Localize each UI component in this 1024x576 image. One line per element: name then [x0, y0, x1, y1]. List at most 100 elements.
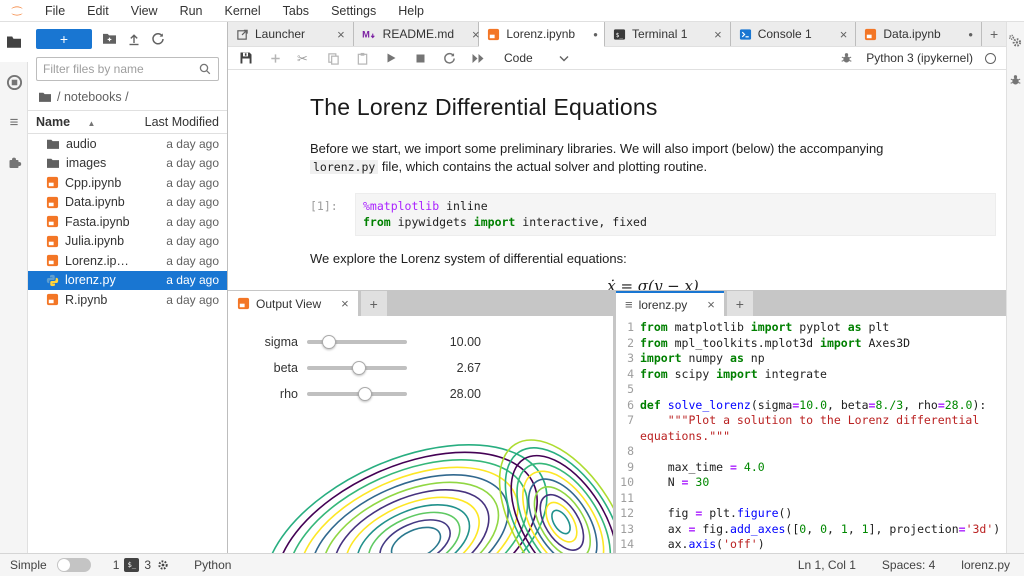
menu-run[interactable]: Run [169, 0, 214, 22]
save-button[interactable] [238, 50, 254, 66]
cursor-position[interactable]: Ln 1, Col 1 [798, 558, 856, 572]
running-sessions-icon[interactable] [0, 62, 28, 102]
stop-icon [415, 53, 426, 64]
stop-button[interactable] [412, 50, 428, 66]
bug-icon[interactable] [838, 50, 854, 66]
file-name: Data.ipynb [65, 195, 160, 209]
cell-input-area[interactable]: %matplotlib inlinefrom ipywidgets import… [355, 193, 996, 236]
column-last-modified[interactable]: Last Modified [145, 115, 219, 129]
tab-data-ipynb[interactable]: Data.ipynb● [856, 22, 982, 46]
editor-body-wrap[interactable]: 1from matplotlib import pyplot as plt2fr… [616, 316, 1006, 553]
filter-files-input[interactable] [43, 62, 198, 76]
menu-edit[interactable]: Edit [76, 0, 120, 22]
line-number: 9 [616, 460, 640, 476]
slider-label: beta [228, 361, 298, 375]
restart-button[interactable] [441, 50, 457, 66]
notebook-icon [46, 196, 59, 209]
code-line: 10 N = 30 [616, 475, 1006, 491]
inline-code: lorenz.py [310, 160, 378, 174]
language-indicator[interactable]: Python [194, 558, 231, 572]
chevron-down-icon [559, 55, 569, 62]
file-row-images[interactable]: imagesa day ago [28, 154, 227, 174]
slider-handle[interactable] [358, 387, 372, 401]
add-view-button[interactable]: + [727, 291, 753, 316]
breadcrumb[interactable]: / notebooks / [28, 87, 227, 110]
file-row-r-ipynb[interactable]: R.ipynba day ago [28, 290, 227, 310]
column-name[interactable]: Name ▲ [36, 115, 145, 129]
menu-view[interactable]: View [120, 0, 169, 22]
close-icon[interactable]: × [707, 297, 715, 312]
tab-output-view[interactable]: Output View × [228, 291, 358, 316]
file-row-audio[interactable]: audioa day ago [28, 134, 227, 154]
file-row-lorenz-ip-[interactable]: Lorenz.ip…a day ago [28, 251, 227, 271]
new-tab-button[interactable]: + [982, 22, 1006, 46]
tab-terminal-1[interactable]: $_Terminal 1× [605, 22, 731, 46]
code-cell[interactable]: [1]: %matplotlib inlinefrom ipywidgets i… [310, 193, 996, 236]
slider-track[interactable] [307, 392, 407, 396]
new-folder-icon[interactable] [102, 32, 117, 45]
simple-mode-toggle[interactable] [57, 558, 91, 572]
notebook-icon [46, 176, 59, 189]
slider-handle[interactable] [322, 335, 336, 349]
run-button[interactable] [383, 50, 399, 66]
slider-track[interactable] [307, 340, 407, 344]
output-view-panel: Output View × + sigma10.00beta2.67rho28.… [228, 290, 613, 553]
slider-rho: rho28.00 [228, 381, 613, 407]
file-row-lorenz-py[interactable]: lorenz.pya day ago [28, 271, 227, 291]
menu-settings[interactable]: Settings [320, 0, 387, 22]
tab-lorenz-py[interactable]: ≡ lorenz.py × [616, 291, 724, 316]
tab-lorenz-ipynb[interactable]: Lorenz.ipynb● [479, 22, 605, 47]
close-icon[interactable]: × [341, 296, 349, 311]
indent-spaces[interactable]: Spaces: 4 [882, 558, 935, 572]
file-row-fasta-ipynb[interactable]: Fasta.ipynba day ago [28, 212, 227, 232]
menu-kernel[interactable]: Kernel [214, 0, 272, 22]
paste-button[interactable] [354, 50, 370, 66]
debugger-icon[interactable] [1009, 73, 1022, 87]
slider-label: sigma [228, 335, 298, 349]
sort-ascending-icon: ▲ [88, 119, 96, 128]
table-of-contents-icon[interactable]: ≡ [0, 102, 28, 142]
insert-button[interactable] [267, 50, 283, 66]
file-browser-icon[interactable] [0, 22, 28, 62]
file-row-cpp-ipynb[interactable]: Cpp.ipynba day ago [28, 173, 227, 193]
menu-file[interactable]: File [34, 0, 76, 22]
cell-type-dropdown[interactable]: Code [504, 51, 569, 65]
line-number: 1 [616, 320, 640, 336]
upload-icon[interactable] [127, 32, 141, 46]
new-launcher-button[interactable]: + [36, 29, 92, 49]
running-sessions-status[interactable]: 1 $_ 3 [113, 558, 170, 572]
tab-console-1[interactable]: Console 1× [731, 22, 857, 46]
close-icon[interactable]: × [840, 27, 848, 42]
unsaved-dot-icon[interactable]: ● [968, 30, 973, 39]
add-view-button[interactable]: + [361, 291, 387, 316]
notebook-content: The Lorenz Differential Equations Before… [228, 70, 1006, 290]
kernel-name[interactable]: Python 3 (ipykernel) [866, 51, 973, 65]
unsaved-dot-icon[interactable]: ● [593, 30, 598, 39]
property-inspector-icon[interactable] [1008, 34, 1023, 49]
close-icon[interactable]: × [714, 27, 722, 42]
copy-button[interactable] [325, 50, 341, 66]
refresh-icon[interactable] [151, 32, 165, 46]
slider-track[interactable] [307, 366, 407, 370]
markdown-icon: M [362, 28, 377, 41]
file-row-julia-ipynb[interactable]: Julia.ipynba day ago [28, 232, 227, 252]
code-line: 2from mpl_toolkits.mplot3d import Axes3D [616, 336, 1006, 352]
menu-help[interactable]: Help [387, 0, 435, 22]
kernel-status-icon[interactable] [985, 53, 996, 64]
code-editor[interactable]: 1from matplotlib import pyplot as plt2fr… [616, 316, 1006, 553]
cut-button[interactable]: ✂ [296, 50, 312, 66]
tab-readme-md[interactable]: MREADME.md× [354, 22, 480, 46]
menu-tabs[interactable]: Tabs [272, 0, 320, 22]
close-icon[interactable]: × [337, 27, 345, 42]
run-all-button[interactable] [470, 50, 486, 66]
line-number: 6 [616, 398, 640, 414]
slider-handle[interactable] [352, 361, 366, 375]
file-row-data-ipynb[interactable]: Data.ipynba day ago [28, 193, 227, 213]
line-number: 10 [616, 475, 640, 491]
console-icon [739, 28, 752, 41]
markdown-paragraph-2: We explore the Lorenz system of differen… [310, 250, 922, 268]
tab-launcher[interactable]: Launcher× [228, 22, 354, 46]
extensions-icon[interactable] [0, 142, 28, 182]
code-line: %matplotlib inline [363, 199, 988, 215]
notebook-icon [46, 293, 59, 306]
